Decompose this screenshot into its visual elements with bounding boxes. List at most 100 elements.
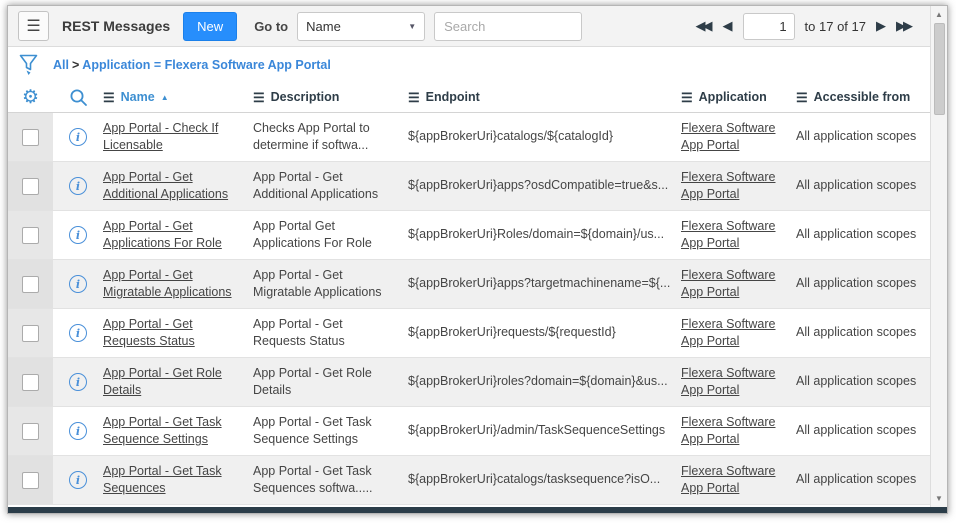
row-checkbox[interactable] — [22, 472, 39, 489]
row-scope: All application scopes — [796, 226, 929, 244]
row-name-cell: App Portal - Get Additional Applications — [103, 169, 253, 204]
info-icon[interactable]: i — [69, 128, 87, 146]
chevron-down-icon: ▼ — [408, 22, 416, 31]
column-menu-icon[interactable]: ☰ — [796, 91, 808, 104]
breadcrumb-all-link[interactable]: All — [53, 58, 69, 72]
row-checkbox-cell — [8, 407, 53, 455]
row-description: Checks App Portal to determine if softwa… — [253, 120, 408, 155]
breadcrumb-separator: > — [72, 58, 79, 72]
row-name-link[interactable]: App Portal - Get Additional Applications — [103, 170, 228, 202]
goto-field-select[interactable]: Name ▼ — [297, 12, 425, 41]
row-scope: All application scopes — [796, 324, 929, 342]
info-icon[interactable]: i — [69, 324, 87, 342]
table-row[interactable]: i App Portal - Get Role Details App Port… — [8, 358, 947, 407]
gear-icon: ⚙ — [22, 88, 39, 107]
table-row[interactable]: i App Portal - Get Task Sequences App Po… — [8, 456, 947, 505]
rest-messages-window: ☰ REST Messages New Go to Name ▼ ◀◀ ◀ to… — [7, 5, 948, 514]
scroll-up-icon[interactable]: ▲ — [935, 6, 943, 23]
row-info-cell: i — [53, 422, 103, 440]
row-checkbox-cell — [8, 456, 53, 504]
row-checkbox[interactable] — [22, 325, 39, 342]
column-header-accessible-from[interactable]: ☰ Accessible from — [796, 90, 929, 104]
row-application-cell: Flexera Software App Portal — [681, 267, 796, 302]
table-row[interactable]: i App Portal - Get Additional Applicatio… — [8, 162, 947, 211]
row-checkbox[interactable] — [22, 374, 39, 391]
page-number-input[interactable] — [743, 13, 795, 40]
info-icon[interactable]: i — [69, 373, 87, 391]
page-title: REST Messages — [62, 18, 170, 34]
row-name-link[interactable]: App Portal - Get Applications For Role — [103, 219, 222, 251]
table-row[interactable]: i App Portal - Get Task Sequence Setting… — [8, 407, 947, 456]
row-application-link[interactable]: Flexera Software App Portal — [681, 464, 775, 496]
info-icon[interactable]: i — [69, 177, 87, 195]
row-info-cell: i — [53, 128, 103, 146]
row-name-link[interactable]: App Portal - Check If Licensable — [103, 121, 218, 153]
previous-page-button[interactable]: ◀ — [723, 18, 733, 34]
next-page-button[interactable]: ▶ — [876, 18, 886, 34]
row-application-link[interactable]: Flexera Software App Portal — [681, 121, 775, 153]
row-scope: All application scopes — [796, 128, 929, 146]
pagination: ◀◀ ◀ to 17 of 17 ▶ ▶▶ — [696, 13, 913, 40]
row-name-link[interactable]: App Portal - Get Migratable Applications — [103, 268, 232, 300]
row-scope: All application scopes — [796, 471, 929, 489]
column-header-name[interactable]: ☰ Name ▲ — [103, 90, 253, 104]
row-name-link[interactable]: App Portal - Get Task Sequences — [103, 464, 222, 496]
table-row[interactable]: i App Portal - Check If Licensable Check… — [8, 113, 947, 162]
column-menu-icon[interactable]: ☰ — [103, 91, 115, 104]
row-checkbox-cell — [8, 260, 53, 308]
row-endpoint: ${appBrokerUri}Roles/domain=${domain}/us… — [408, 226, 681, 244]
row-application-link[interactable]: Flexera Software App Portal — [681, 415, 775, 447]
row-checkbox[interactable] — [22, 276, 39, 293]
vertical-scrollbar[interactable]: ▲ ▼ — [930, 6, 947, 507]
row-name-cell: App Portal - Get Task Sequence Settings — [103, 414, 253, 449]
column-menu-icon[interactable]: ☰ — [681, 91, 693, 104]
column-label: Name — [121, 90, 155, 104]
column-menu-icon[interactable]: ☰ — [408, 91, 420, 104]
filter-funnel-icon[interactable] — [19, 54, 38, 76]
row-application-link[interactable]: Flexera Software App Portal — [681, 219, 775, 251]
row-endpoint: ${appBrokerUri}catalogs/tasksequence?isO… — [408, 471, 681, 489]
table-row[interactable]: i App Portal - Get Applications For Role… — [8, 211, 947, 260]
scroll-down-icon[interactable]: ▼ — [935, 490, 943, 507]
row-checkbox[interactable] — [22, 178, 39, 195]
row-name-link[interactable]: App Portal - Get Task Sequence Settings — [103, 415, 222, 447]
row-name-cell: App Portal - Get Task Sequences — [103, 463, 253, 498]
info-icon[interactable]: i — [69, 275, 87, 293]
column-header-application[interactable]: ☰ Application — [681, 90, 796, 104]
row-name-cell: App Portal - Get Applications For Role — [103, 218, 253, 253]
table-row[interactable]: i App Portal - Get Migratable Applicatio… — [8, 260, 947, 309]
row-checkbox-cell — [8, 113, 53, 161]
new-button[interactable]: New — [183, 12, 237, 41]
list-menu-button[interactable]: ☰ — [18, 11, 49, 41]
column-header-endpoint[interactable]: ☰ Endpoint — [408, 90, 681, 104]
row-name-link[interactable]: App Portal - Get Requests Status — [103, 317, 195, 349]
row-description: App Portal - Get Task Sequence Settings — [253, 414, 408, 449]
table-row[interactable]: i App Portal - Get Requests Status App P… — [8, 309, 947, 358]
row-endpoint: ${appBrokerUri}apps?osdCompatible=true&s… — [408, 177, 681, 195]
row-name-link[interactable]: App Portal - Get Role Details — [103, 366, 222, 398]
row-checkbox[interactable] — [22, 227, 39, 244]
row-checkbox[interactable] — [22, 423, 39, 440]
row-application-link[interactable]: Flexera Software App Portal — [681, 268, 775, 300]
list-bottom-bar — [8, 507, 947, 513]
row-application-link[interactable]: Flexera Software App Portal — [681, 366, 775, 398]
last-page-button[interactable]: ▶▶ — [896, 18, 913, 34]
breadcrumb-condition-link[interactable]: Application = Flexera Software App Porta… — [82, 58, 331, 72]
row-application-link[interactable]: Flexera Software App Portal — [681, 317, 775, 349]
list-search-button[interactable] — [53, 88, 103, 107]
info-icon[interactable]: i — [69, 226, 87, 244]
search-input[interactable] — [434, 12, 582, 41]
row-description: App Portal Get Applications For Role — [253, 218, 408, 253]
search-icon — [69, 88, 88, 107]
row-description: App Portal - Get Additional Applications — [253, 169, 408, 204]
info-icon[interactable]: i — [69, 422, 87, 440]
column-header-description[interactable]: ☰ Description — [253, 90, 408, 104]
first-page-button[interactable]: ◀◀ — [696, 18, 713, 34]
info-icon[interactable]: i — [69, 471, 87, 489]
row-checkbox[interactable] — [22, 129, 39, 146]
row-application-link[interactable]: Flexera Software App Portal — [681, 170, 775, 202]
scrollbar-thumb[interactable] — [934, 23, 945, 115]
goto-label: Go to — [254, 19, 288, 34]
personalize-list-button[interactable]: ⚙ — [8, 88, 53, 107]
column-menu-icon[interactable]: ☰ — [253, 91, 265, 104]
